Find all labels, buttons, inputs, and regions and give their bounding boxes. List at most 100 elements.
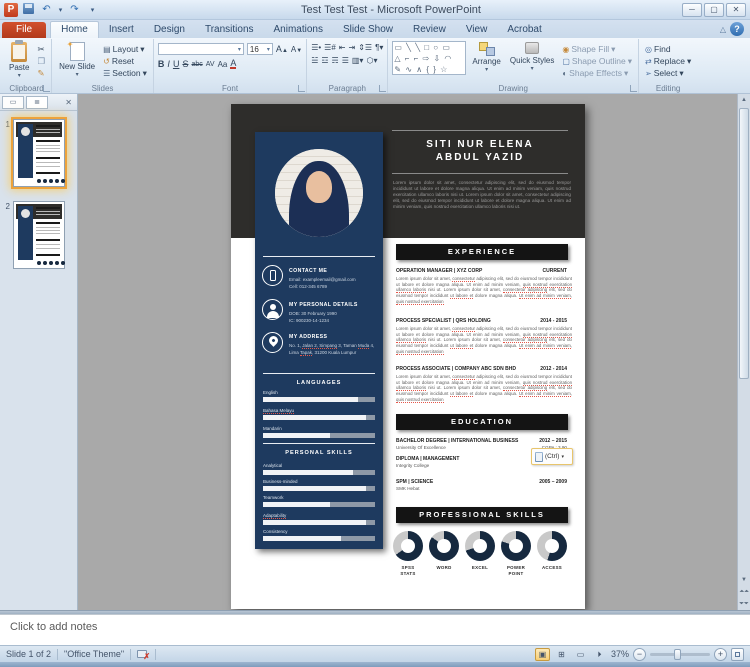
slide-thumbnail-image[interactable] bbox=[11, 117, 67, 189]
paste-options-button[interactable]: (Ctrl) ▾ bbox=[531, 448, 573, 465]
new-slide-button[interactable]: New Slide▾ bbox=[56, 40, 98, 82]
tab-file[interactable]: File bbox=[2, 22, 47, 38]
minimize-ribbon-icon[interactable]: △ bbox=[720, 25, 726, 34]
zoom-slider-thumb[interactable] bbox=[674, 648, 681, 660]
tab-design[interactable]: Design bbox=[144, 22, 195, 38]
tab-review[interactable]: Review bbox=[403, 22, 456, 38]
tab-home[interactable]: Home bbox=[50, 21, 99, 38]
quick-styles-button[interactable]: Quick Styles ▾ bbox=[507, 41, 557, 82]
skill-donut-spss[interactable] bbox=[393, 531, 423, 561]
job-date[interactable]: CURRENT bbox=[507, 268, 567, 274]
undo-dropdown-arrow-icon[interactable]: ▾ bbox=[57, 6, 64, 14]
clear-formatting-button[interactable]: abc bbox=[191, 61, 202, 68]
job-description[interactable]: Lorem ipsum dolor sit amet, consectetur … bbox=[396, 374, 573, 403]
spell-check-icon[interactable]: ✗ bbox=[137, 649, 150, 660]
scroll-up-icon[interactable]: ▲ bbox=[741, 94, 747, 106]
theme-name[interactable]: "Office Theme" bbox=[64, 649, 124, 659]
align-center-button[interactable]: ☲ bbox=[321, 56, 328, 65]
justify-button[interactable]: ☰ bbox=[342, 56, 349, 65]
education-school[interactable]: Integrity College bbox=[396, 463, 429, 468]
layout-button[interactable]: ▤ Layout ▾ bbox=[101, 44, 149, 55]
professional-skills-banner[interactable]: PROFESSIONAL SKILLS bbox=[396, 507, 568, 523]
tab-acrobat[interactable]: Acrobat bbox=[497, 22, 551, 38]
tab-animations[interactable]: Animations bbox=[264, 22, 333, 38]
section-button[interactable]: ☰ Section ▾ bbox=[101, 68, 149, 79]
experience-banner[interactable]: EXPERIENCE bbox=[396, 244, 568, 260]
tab-slide-show[interactable]: Slide Show bbox=[333, 22, 403, 38]
reset-button[interactable]: ↺ Reset bbox=[101, 56, 149, 67]
slide-editing-area[interactable]: SITI NUR ELENA ABDUL YAZID Lorem ipsum d… bbox=[78, 94, 750, 610]
scrollbar-thumb[interactable] bbox=[739, 108, 749, 380]
normal-view-button[interactable]: ▣ bbox=[534, 647, 550, 661]
increase-indent-button[interactable]: ⇥ bbox=[349, 43, 356, 52]
job-date[interactable]: 2012 - 2014 bbox=[507, 366, 567, 372]
fit-slide-to-window-button[interactable] bbox=[731, 647, 744, 661]
cut-button[interactable]: ✂ bbox=[35, 44, 47, 55]
align-right-button[interactable]: ☴ bbox=[332, 56, 339, 65]
next-slide-button[interactable]: ⏷⏷ bbox=[739, 598, 749, 610]
scroll-down-icon[interactable]: ▼ bbox=[741, 574, 747, 586]
font-dialog-launcher-icon[interactable] bbox=[298, 85, 306, 92]
columns-button[interactable]: ▥▾ bbox=[352, 56, 364, 65]
close-panel-icon[interactable]: ✕ bbox=[62, 98, 75, 107]
minimize-button[interactable]: ─ bbox=[682, 2, 702, 17]
arrange-button[interactable]: Arrange ▾ bbox=[469, 41, 503, 82]
notes-pane[interactable]: Click to add notes bbox=[0, 614, 750, 645]
shape-fill-button[interactable]: ◉ Shape Fill ▾ bbox=[560, 44, 634, 55]
character-spacing-button[interactable]: AV bbox=[206, 61, 215, 68]
slide-thumbnail-1[interactable]: 1 bbox=[2, 117, 75, 189]
select-button[interactable]: ➢ Select ▾ bbox=[643, 68, 693, 79]
zoom-in-button[interactable]: + bbox=[714, 647, 727, 661]
education-banner[interactable]: EDUCATION bbox=[396, 414, 568, 430]
underline-button[interactable]: U bbox=[173, 59, 180, 69]
slideshow-button[interactable]: ⏵ bbox=[592, 648, 607, 661]
shapes-gallery[interactable]: ▭ ╲ ╲ □ ○ ▭ △ ⌐ ⌐ ⇨ ⇩ ◠ ✎ ∿ ∧ { } ☆ bbox=[392, 41, 467, 75]
shape-outline-button[interactable]: ▢ Shape Outline ▾ bbox=[560, 56, 634, 67]
clipboard-dialog-launcher-icon[interactable] bbox=[43, 85, 51, 92]
bold-button[interactable]: B bbox=[158, 59, 165, 69]
tab-insert[interactable]: Insert bbox=[99, 22, 144, 38]
job-description[interactable]: Lorem ipsum dolor sit amet, consectetur … bbox=[396, 326, 573, 355]
resume-sidebar[interactable]: CONTACT ME Email: exampleemail@gmail.com… bbox=[255, 132, 383, 549]
tab-view[interactable]: View bbox=[456, 22, 498, 38]
vertical-scrollbar[interactable]: ▲ ▼ ⏶⏶ ⏷⏷ bbox=[737, 94, 750, 610]
font-size-combo[interactable]: 16 ▾ bbox=[246, 43, 273, 55]
skill-donut-excel[interactable] bbox=[465, 531, 495, 561]
resume-name[interactable]: SITI NUR ELENA ABDUL YAZID bbox=[392, 138, 568, 164]
skill-donut-word[interactable] bbox=[429, 531, 459, 561]
format-painter-button[interactable]: ✎ bbox=[35, 68, 47, 79]
skill-donut-powerpoint[interactable] bbox=[501, 531, 531, 561]
education-date[interactable]: 2012 – 2015 bbox=[487, 438, 567, 444]
education-school[interactable]: University Of Excellence bbox=[396, 445, 446, 450]
education-date[interactable]: 2005 – 2009 bbox=[487, 479, 567, 485]
maximize-button[interactable]: ▢ bbox=[704, 2, 724, 17]
line-spacing-button[interactable]: ⇕☰ bbox=[358, 43, 372, 52]
slide-sorter-button[interactable]: ⊞ bbox=[554, 648, 569, 661]
shrink-font-button[interactable]: A▼ bbox=[291, 45, 302, 54]
skill-donut-access[interactable] bbox=[537, 531, 567, 561]
italic-button[interactable]: I bbox=[167, 59, 170, 69]
job-date[interactable]: 2014 - 2015 bbox=[507, 318, 567, 324]
qat-customize-button[interactable]: ▾ bbox=[85, 6, 100, 14]
change-case-button[interactable]: Aa bbox=[218, 60, 228, 69]
text-direction-button[interactable]: ¶▾ bbox=[375, 43, 383, 52]
education-degree[interactable]: DIPLOMA | MANAGEMENT bbox=[396, 456, 459, 462]
reading-view-button[interactable]: ▭ bbox=[573, 648, 588, 661]
previous-slide-button[interactable]: ⏶⏶ bbox=[739, 586, 749, 598]
replace-button[interactable]: ⇄ Replace ▾ bbox=[643, 56, 693, 67]
font-name-combo[interactable]: ▾ bbox=[157, 43, 244, 55]
slide-thumbnail-image[interactable] bbox=[13, 201, 65, 269]
job-description[interactable]: Lorem ipsum dolor sit amet, consectetur … bbox=[396, 276, 573, 305]
decrease-indent-button[interactable]: ⇤ bbox=[339, 43, 346, 52]
smartart-button[interactable]: ⬡▾ bbox=[366, 56, 377, 65]
powerpoint-app-icon[interactable]: P bbox=[4, 2, 18, 17]
help-button[interactable]: ? bbox=[730, 22, 744, 36]
education-degree[interactable]: SPM | SCIENCE bbox=[396, 479, 433, 485]
paragraph-dialog-launcher-icon[interactable] bbox=[379, 85, 387, 92]
copy-button[interactable]: ❐ bbox=[35, 56, 47, 67]
resume-intro-text[interactable]: Lorem ipsum dolor sit amet, consectetur … bbox=[393, 180, 571, 210]
zoom-slider[interactable] bbox=[650, 648, 710, 660]
drawing-dialog-launcher-icon[interactable] bbox=[630, 85, 638, 92]
save-button[interactable] bbox=[21, 2, 36, 17]
strikethrough-button[interactable]: S bbox=[182, 59, 188, 69]
